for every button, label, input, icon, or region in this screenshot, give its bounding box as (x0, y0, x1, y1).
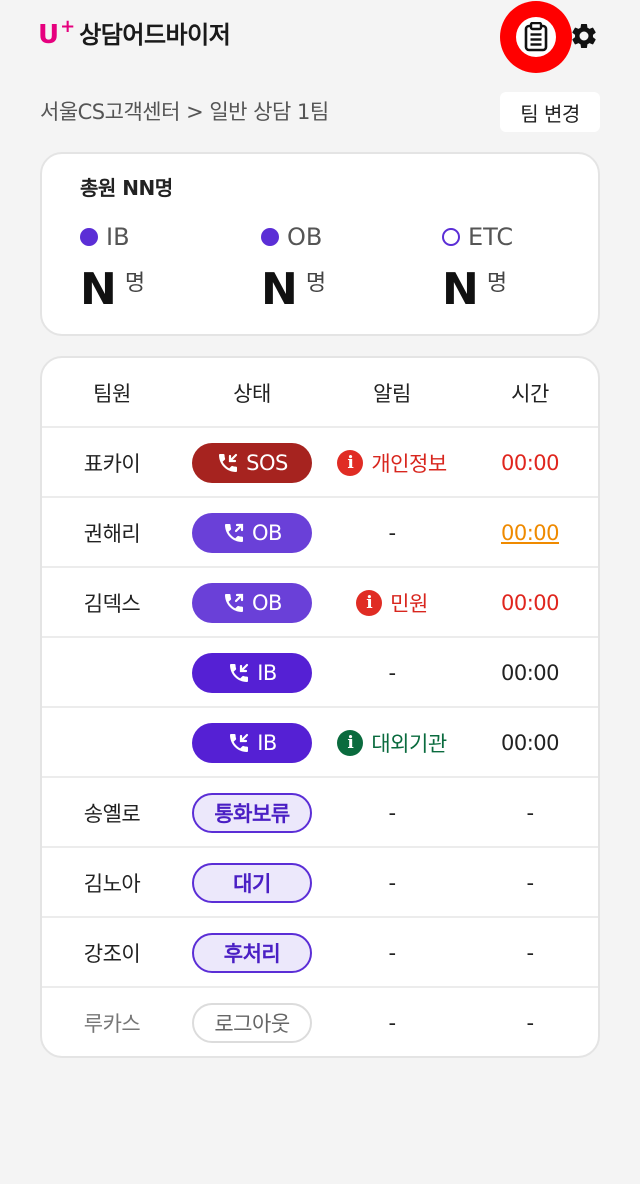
table-row[interactable]: IB - 00:00 (42, 638, 598, 708)
table-row[interactable]: IB i 대외기관 00:00 (42, 708, 598, 778)
table-row[interactable]: 표카이 SOS i 개인정보 00:00 (42, 428, 598, 498)
stat-etc: ETC N 명 (442, 220, 602, 314)
elapsed-time: - (526, 871, 534, 895)
alert-empty: - (388, 521, 396, 545)
etc-dot-icon (442, 228, 460, 246)
header-member: 팀원 (93, 382, 131, 406)
status-badge: 대기 (192, 863, 312, 903)
member-name (42, 638, 182, 708)
team-change-button[interactable]: 팀 변경 (500, 92, 600, 132)
app-title: 상담어드바이저 (79, 21, 231, 49)
header-status: 상태 (233, 382, 271, 406)
member-name: 강조이 (83, 942, 141, 966)
alert-empty: - (388, 661, 396, 685)
clipboard-memo-icon (524, 22, 548, 52)
elapsed-time: - (526, 941, 534, 965)
member-name: 송옐로 (83, 802, 141, 826)
breadcrumb: 서울CS고객센터 > 일반 상담 1팀 (40, 100, 329, 124)
elapsed-time: 00:00 (500, 451, 560, 475)
header-alert: 알림 (373, 382, 411, 406)
table-row[interactable]: 루카스 로그아웃 - - (42, 988, 598, 1056)
ob-dot-icon (261, 228, 279, 246)
stat-etc-label: ETC (468, 223, 514, 251)
stat-ib-label: IB (106, 223, 130, 251)
elapsed-time: 00:00 (500, 731, 560, 755)
incoming-call-icon (230, 663, 249, 682)
stat-ob-unit: 명 (305, 271, 327, 296)
status-badge: OB (192, 583, 312, 623)
status-badge: 후처리 (192, 933, 312, 973)
info-icon: i (337, 730, 364, 756)
incoming-call-icon (230, 733, 249, 752)
table-header-row: 팀원 상태 알림 시간 (42, 358, 598, 428)
alert-badge[interactable]: i 대외기관 (337, 728, 447, 758)
incoming-call-icon (219, 453, 238, 472)
alert-badge[interactable]: i 개인정보 (337, 448, 447, 478)
ib-dot-icon (80, 228, 98, 246)
alert-empty: - (388, 871, 396, 895)
table-row[interactable]: 송옐로 통화보류 - - (42, 778, 598, 848)
outgoing-call-icon (225, 523, 244, 542)
alert-label: 개인정보 (371, 452, 447, 476)
elapsed-time: 00:00 (500, 591, 560, 615)
member-name: 루카스 (83, 1012, 141, 1036)
stat-ib-unit: 명 (124, 271, 146, 296)
table-row[interactable]: 김덱스 OB i 민원 00:00 (42, 568, 598, 638)
brand-u: U (38, 20, 60, 50)
member-name: 김덱스 (83, 592, 141, 616)
alert-empty: - (388, 1011, 396, 1035)
memo-button-inner (516, 17, 556, 57)
alert-badge[interactable]: i 민원 (356, 588, 428, 618)
stat-ib: IB N 명 (80, 220, 240, 314)
total-members-title: 총원 NN명 (80, 176, 173, 200)
elapsed-time: 00:00 (500, 661, 560, 685)
status-label: SOS (246, 451, 288, 475)
brand-logo: U + 상담어드바이저 (38, 16, 231, 52)
alert-label: 대외기관 (371, 732, 447, 756)
member-status-table: 팀원 상태 알림 시간 표카이 SOS i 개인정보 00:00 권해리 OB … (40, 356, 600, 1058)
elapsed-time: - (526, 801, 534, 825)
alert-empty: - (388, 941, 396, 965)
status-badge: IB (192, 653, 312, 693)
stat-ob-value: N (261, 264, 298, 315)
header-time: 시간 (511, 382, 549, 406)
status-label: OB (252, 521, 282, 545)
elapsed-time[interactable]: 00:00 (462, 498, 598, 568)
stat-ib-value: N (80, 264, 117, 315)
member-name: 표카이 (83, 452, 141, 476)
stat-etc-unit: 명 (486, 271, 508, 296)
status-label: IB (257, 731, 277, 755)
member-name: 권해리 (83, 522, 141, 546)
status-badge: OB (192, 513, 312, 553)
brand-plus: + (60, 16, 76, 37)
summary-card: 총원 NN명 IB N 명 OB N 명 ETC N 명 (40, 152, 600, 336)
memo-button[interactable] (500, 1, 572, 73)
stat-etc-value: N (442, 264, 479, 315)
status-label: IB (257, 661, 277, 685)
gear-icon (572, 23, 596, 48)
status-badge: IB (192, 723, 312, 763)
member-name: 김노아 (83, 872, 141, 896)
status-badge: 로그아웃 (192, 1003, 312, 1043)
table-row[interactable]: 김노아 대기 - - (42, 848, 598, 918)
outgoing-call-icon (225, 593, 244, 612)
alert-empty: - (388, 801, 396, 825)
app-header: U + 상담어드바이저 (0, 0, 640, 73)
elapsed-time: - (526, 1011, 534, 1035)
stat-ob: OB N 명 (261, 220, 421, 314)
info-icon: i (337, 450, 364, 476)
info-icon: i (356, 590, 383, 616)
table-row[interactable]: 강조이 후처리 - - (42, 918, 598, 988)
member-name (42, 708, 182, 778)
status-badge: SOS (192, 443, 312, 483)
status-badge: 통화보류 (192, 793, 312, 833)
stat-ob-label: OB (287, 223, 323, 251)
settings-button[interactable] (568, 20, 600, 52)
alert-label: 민원 (390, 592, 428, 616)
status-label: OB (252, 591, 282, 615)
table-row[interactable]: 권해리 OB - 00:00 (42, 498, 598, 568)
